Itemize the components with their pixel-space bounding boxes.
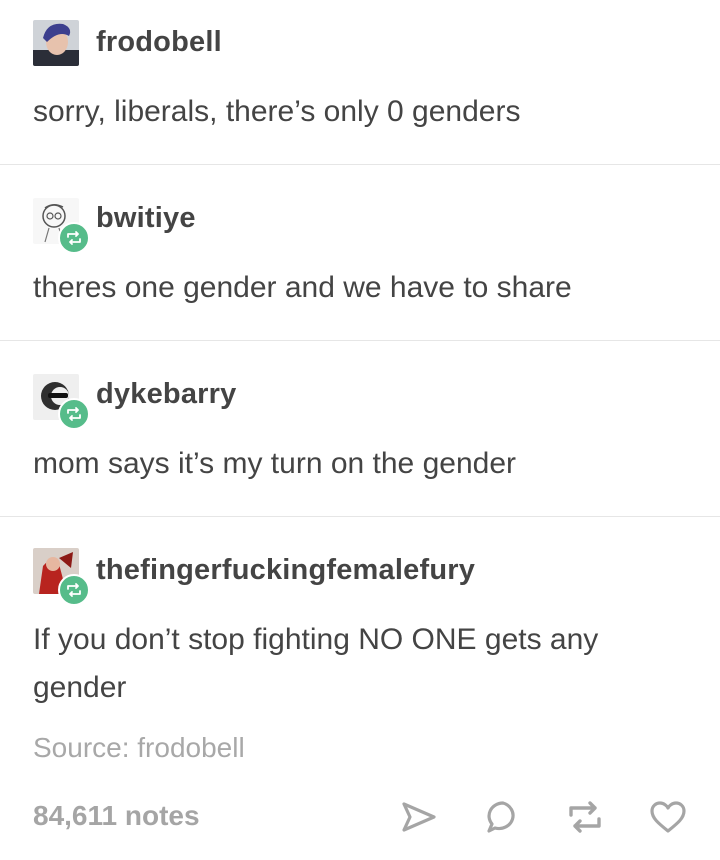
username[interactable]: thefingerfuckingfemalefury — [96, 554, 475, 587]
post-text: theres one gender and we have to share — [33, 271, 572, 304]
post-text: mom says it’s my turn on the gender — [33, 447, 516, 480]
share-button[interactable] — [397, 795, 441, 839]
reply-icon — [487, 801, 515, 833]
username[interactable]: frodobell — [96, 26, 222, 59]
notes-count[interactable]: 84,611 notes — [33, 800, 200, 832]
reblog-button[interactable] — [563, 795, 607, 839]
like-button[interactable] — [646, 795, 690, 839]
username[interactable]: bwitiye — [96, 202, 196, 235]
username[interactable]: dykebarry — [96, 378, 236, 411]
reblog-icon — [67, 231, 81, 245]
share-icon — [402, 802, 436, 832]
reblog-badge — [58, 398, 90, 430]
post-bwitiye: bwitiye theres one gender and we have to… — [0, 164, 720, 341]
reblog-icon — [67, 407, 81, 421]
post-frodobell: frodobell sorry, liberals, there’s only … — [0, 0, 720, 165]
reblog-badge — [58, 222, 90, 254]
avatar[interactable] — [33, 20, 79, 66]
post-text: sorry, liberals, there’s only 0 genders — [33, 95, 521, 128]
post-text: If you don’t stop fighting NO ONE gets a… — [33, 623, 599, 704]
reply-button[interactable] — [481, 795, 525, 839]
source-link[interactable]: Source: frodobell — [33, 732, 245, 764]
post-dykebarry: dykebarry mom says it’s my turn on the g… — [0, 340, 720, 517]
like-icon — [650, 801, 686, 833]
reblog-icon — [569, 801, 601, 833]
reblog-icon — [67, 583, 81, 597]
reblog-badge — [58, 574, 90, 606]
